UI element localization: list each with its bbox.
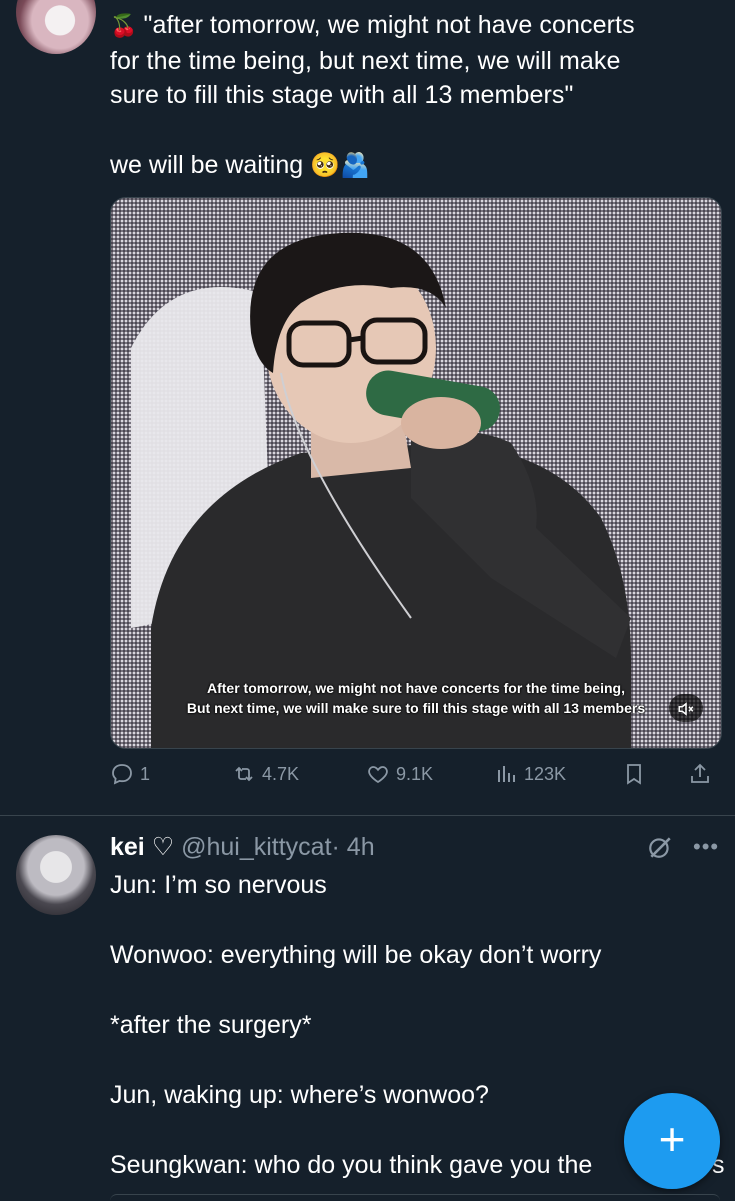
subtitle-line-1: After tomorrow, we might not have concer… bbox=[207, 680, 625, 696]
avatar[interactable] bbox=[16, 0, 96, 54]
share-icon bbox=[691, 763, 709, 783]
waiting-text: we will be waiting bbox=[110, 151, 304, 179]
mute-button[interactable] bbox=[669, 694, 703, 722]
reply-icon bbox=[112, 764, 132, 785]
tweet-video[interactable]: After tomorrow, we might not have concer… bbox=[110, 197, 722, 749]
avatar[interactable] bbox=[16, 835, 96, 915]
tweet-header: kei ♡ @hui_kittycat· 4h bbox=[110, 830, 375, 864]
cherry-icon: 🍒 bbox=[110, 14, 138, 39]
like-count: 9.1K bbox=[396, 763, 434, 784]
tweet-line-2: Wonwoo: everything will be okay don’t wo… bbox=[110, 941, 602, 969]
compose-button[interactable]: + bbox=[624, 1093, 720, 1189]
user-handle[interactable]: @hui_kittycat bbox=[181, 833, 331, 861]
plus-icon: + bbox=[658, 1113, 686, 1165]
tweet-text: 🍒 "after tomorrow, we might not have conc… bbox=[110, 8, 720, 112]
tweet-line-4: Jun, waking up: where’s wonwoo? bbox=[110, 1081, 489, 1109]
tweet-divider bbox=[0, 815, 735, 816]
share-button[interactable] bbox=[688, 762, 712, 786]
video-frame-image bbox=[131, 232, 631, 748]
tweet-line-3: *after the surgery* bbox=[110, 1011, 312, 1039]
tweet-quote: "after tomorrow, we might not have conce… bbox=[110, 11, 635, 109]
views-chart-icon bbox=[498, 766, 515, 782]
repost-button[interactable]: 4.7K bbox=[232, 762, 299, 786]
bookmark-button[interactable] bbox=[622, 762, 646, 786]
more-options-icon[interactable]: ••• bbox=[693, 834, 719, 860]
views-count: 123K bbox=[524, 763, 567, 784]
tweet-line-5: Seungkwan: who do you think gave you the bbox=[110, 1151, 593, 1179]
heart-icon bbox=[368, 766, 388, 784]
bookmark-icon bbox=[627, 764, 641, 785]
like-button[interactable]: 9.1K bbox=[366, 762, 433, 786]
grok-icon[interactable] bbox=[647, 834, 673, 860]
repost-count: 4.7K bbox=[262, 763, 300, 784]
tweet-text-waiting: we will be waiting 🥺🫂 bbox=[110, 148, 370, 182]
subtitle-line-2: But next time, we will make sure to fill… bbox=[186, 700, 646, 716]
display-name[interactable]: kei ♡ bbox=[110, 833, 174, 861]
reply-button[interactable]: 1 bbox=[110, 762, 150, 786]
speaker-muted-icon bbox=[678, 702, 694, 717]
repost-icon bbox=[235, 766, 253, 782]
video-subtitles: After tomorrow, we might not have concer… bbox=[111, 678, 721, 718]
tweet-time[interactable]: · 4h bbox=[332, 833, 375, 861]
views-button[interactable]: 123K bbox=[494, 762, 566, 786]
tweet-line-1: Jun: I’m so nervous bbox=[110, 871, 327, 899]
pleading-hug-emoji-icon: 🥺🫂 bbox=[310, 151, 370, 179]
reply-count: 1 bbox=[140, 763, 151, 784]
tweet-actions: 1 4.7K 9.1K 123K bbox=[110, 762, 722, 792]
